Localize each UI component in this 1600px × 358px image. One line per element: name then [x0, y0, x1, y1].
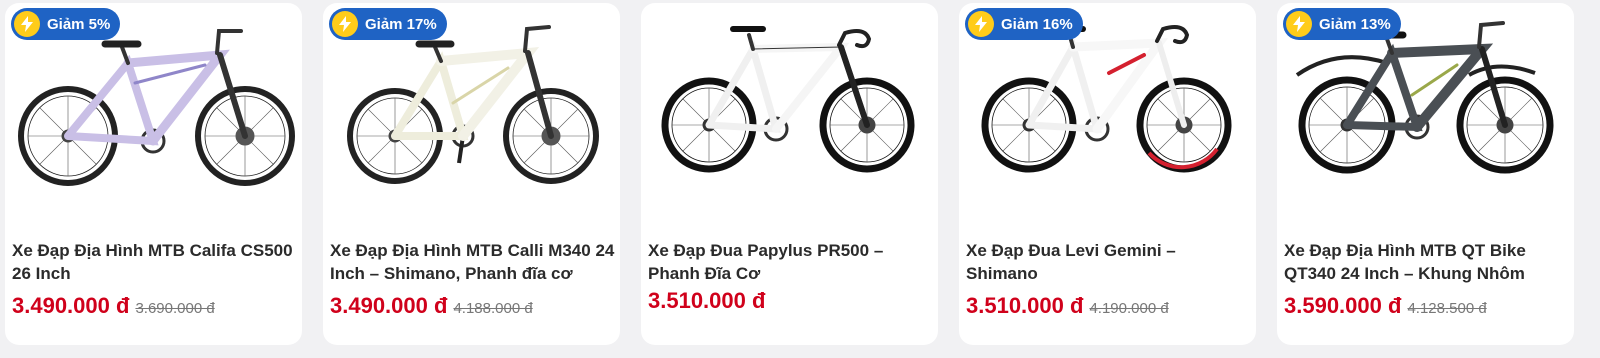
discount-badge: Giảm 16% [965, 8, 1083, 40]
product-card[interactable]: Giảm 17% Xe Đạp Địa Hình MTB Calli M340 … [323, 3, 620, 345]
discount-badge: Giảm 13% [1283, 8, 1401, 40]
original-price: 4.188.000 đ [453, 300, 533, 317]
sale-price: 3.490.000 đ [12, 293, 130, 318]
discount-text: Giảm 13% [1319, 15, 1391, 33]
product-card[interactable]: Giảm 13% Xe Đạp Địa Hình MTB QT Bike QT3… [1277, 3, 1574, 345]
price-row: 3.590.000 đ 4.128.500 đ [1284, 293, 1487, 319]
product-card[interactable]: Xe Đạp Đua Papylus PR500 – Phanh Đĩa Cơ … [641, 3, 938, 345]
original-price: 4.128.500 đ [1407, 300, 1487, 317]
sale-price: 3.490.000 đ [330, 293, 448, 318]
lightning-icon [332, 11, 358, 37]
lightning-icon [968, 11, 994, 37]
product-title[interactable]: Xe Đạp Địa Hình MTB Califa CS500 26 Inch [12, 239, 298, 285]
product-card[interactable]: Giảm 5% Xe Đạp Địa Hình MTB Califa CS500… [5, 3, 302, 345]
product-image[interactable] [641, 3, 938, 208]
lightning-icon [14, 11, 40, 37]
original-price: 4.190.000 đ [1089, 300, 1169, 317]
product-title[interactable]: Xe Đạp Đua Papylus PR500 – Phanh Đĩa Cơ [648, 239, 934, 285]
sale-price: 3.510.000 đ [648, 288, 766, 313]
discount-text: Giảm 16% [1001, 15, 1073, 33]
sale-price: 3.510.000 đ [966, 293, 1084, 318]
price-row: 3.510.000 đ [648, 288, 765, 314]
discount-badge: Giảm 5% [11, 8, 121, 40]
lightning-icon [1286, 11, 1312, 37]
price-row: 3.490.000 đ 4.188.000 đ [330, 293, 533, 319]
original-price: 3.690.000 đ [135, 300, 215, 317]
product-title[interactable]: Xe Đạp Đua Levi Gemini – Shimano [966, 239, 1252, 285]
road-bike-image [661, 26, 915, 173]
discount-text: Giảm 5% [47, 15, 111, 33]
price-row: 3.510.000 đ 4.190.000 đ [966, 293, 1169, 319]
discount-text: Giảm 17% [365, 15, 437, 33]
product-title[interactable]: Xe Đạp Địa Hình MTB Calli M340 24 Inch –… [330, 239, 616, 285]
product-card[interactable]: Giảm 16% Xe Đạp Đua Levi Gemini – Shiman… [959, 3, 1256, 345]
product-title[interactable]: Xe Đạp Địa Hình MTB QT Bike QT340 24 Inc… [1284, 239, 1570, 285]
sale-price: 3.590.000 đ [1284, 293, 1402, 318]
product-row: Giảm 5% Xe Đạp Địa Hình MTB Califa CS500… [0, 0, 1600, 358]
discount-badge: Giảm 17% [329, 8, 447, 40]
price-row: 3.490.000 đ 3.690.000 đ [12, 293, 215, 319]
